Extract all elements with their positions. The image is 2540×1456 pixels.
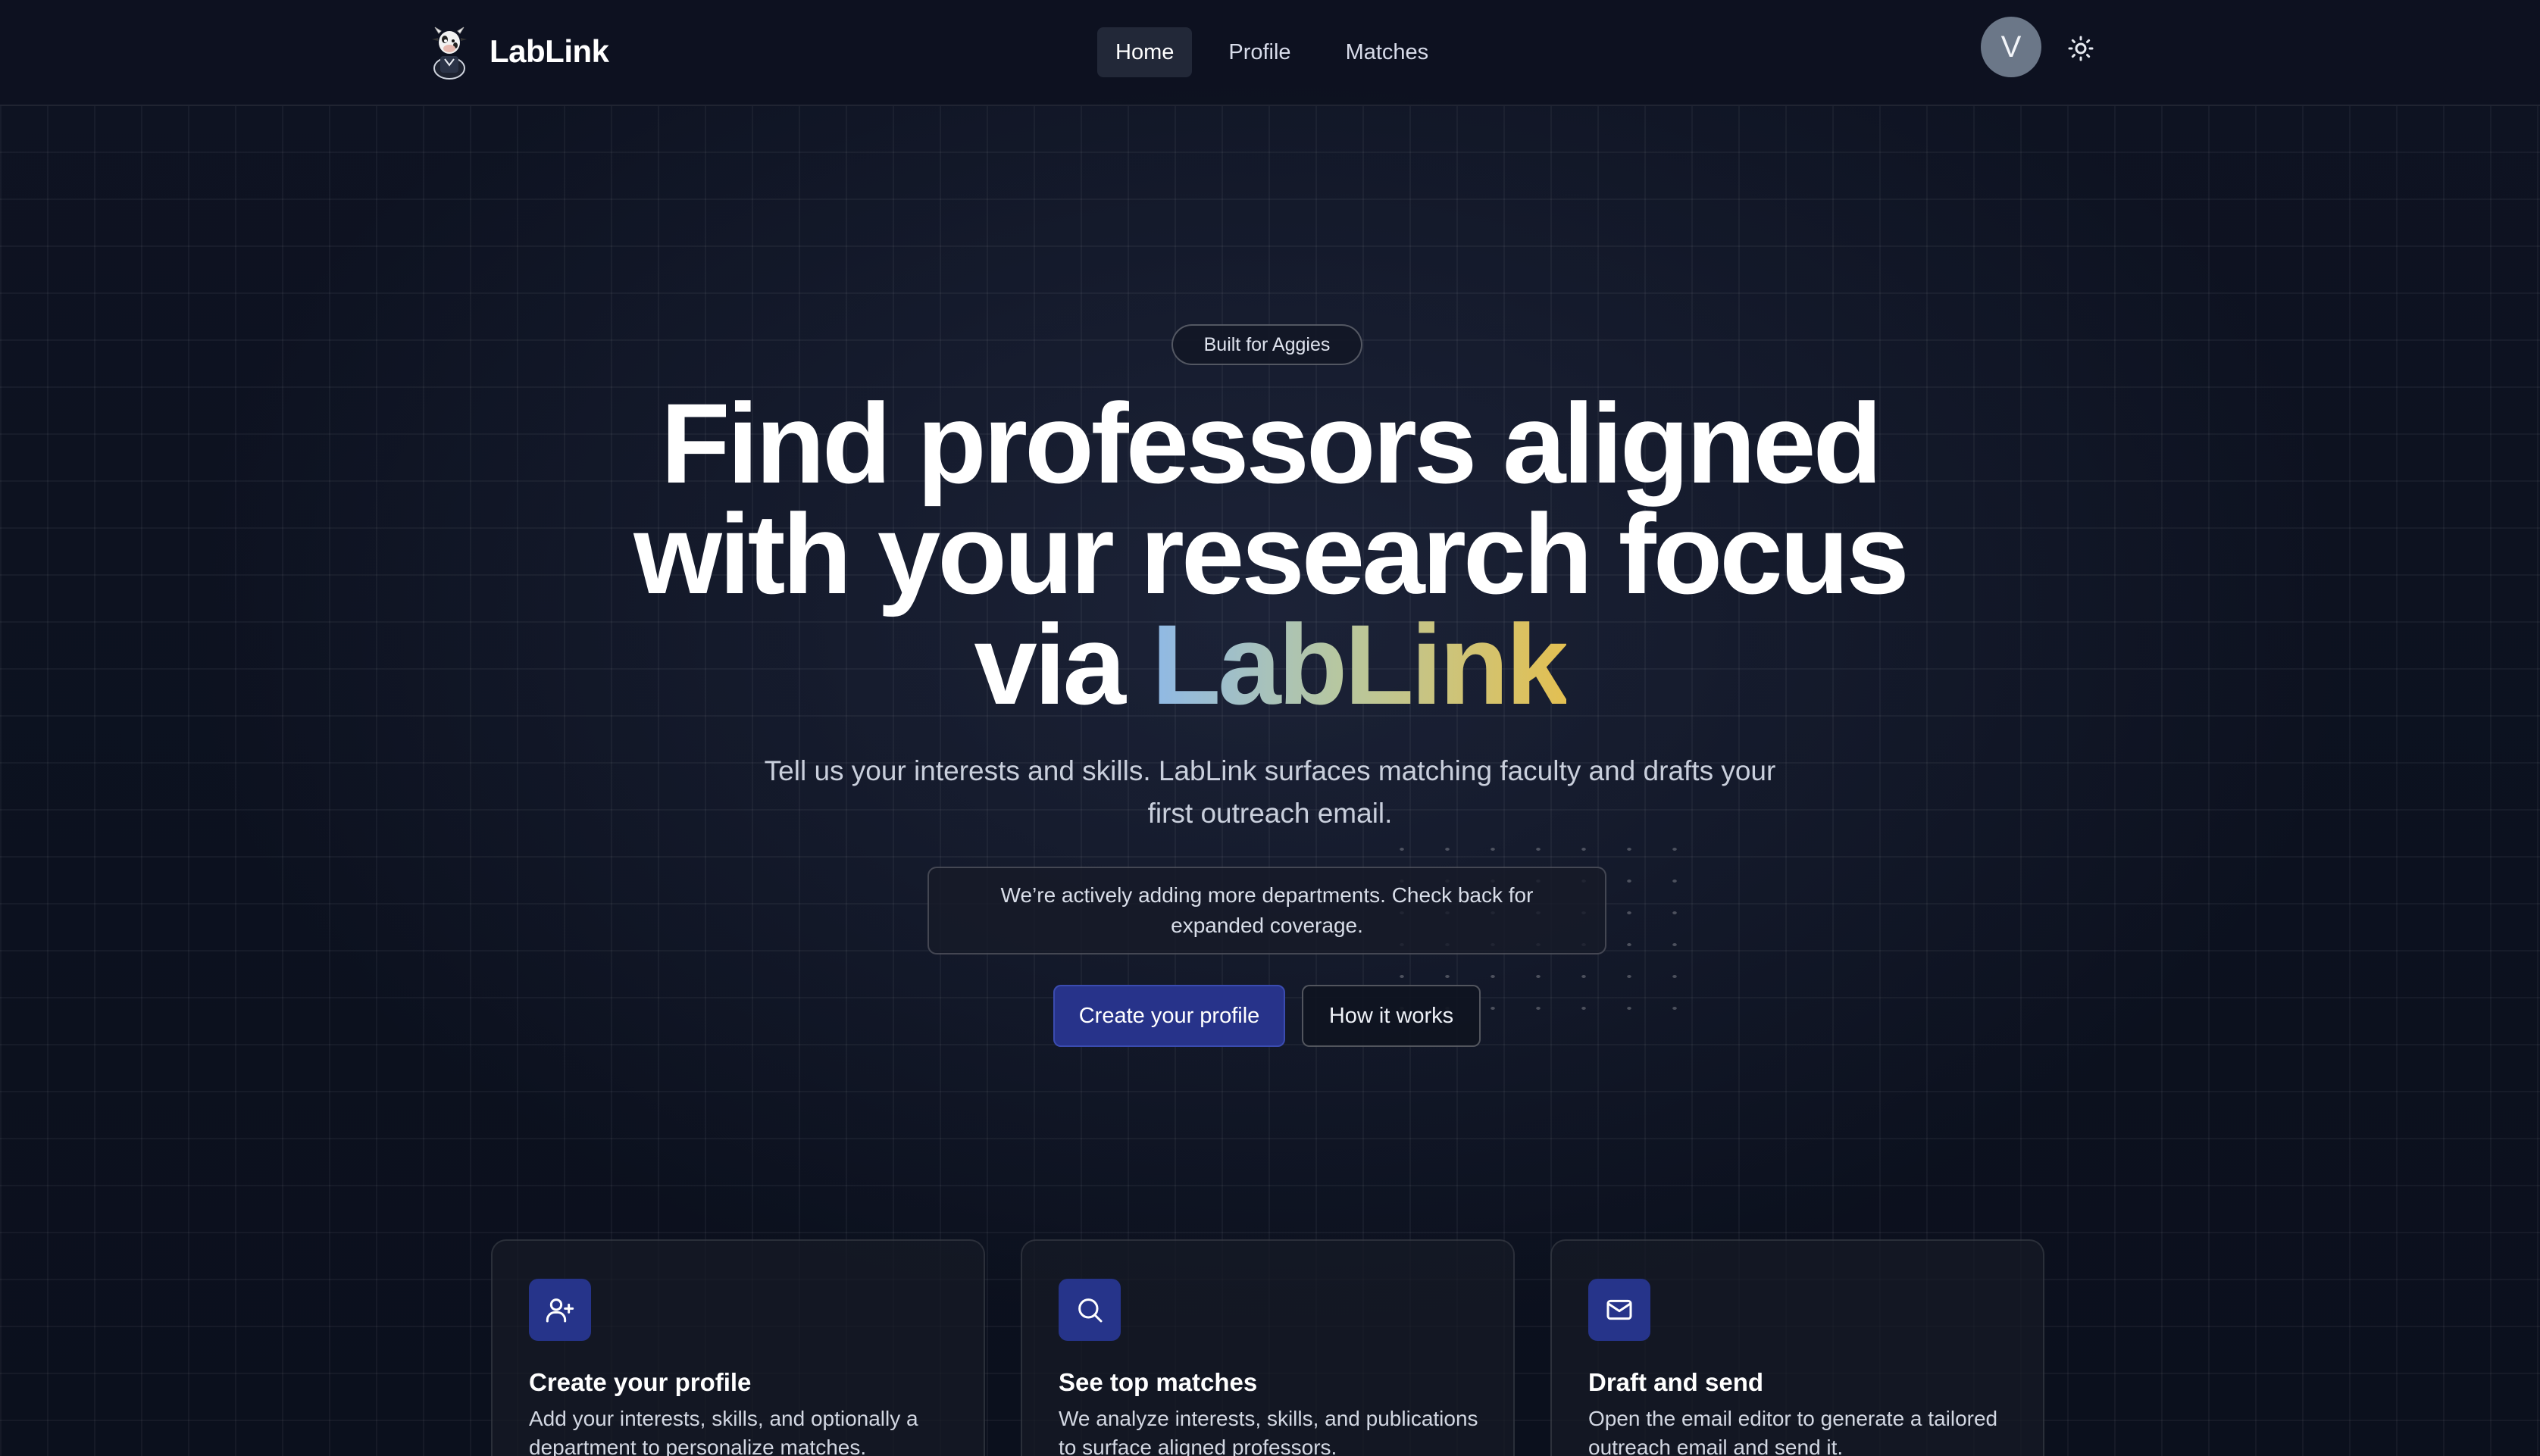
hero-title-prefix: via [974, 601, 1152, 728]
brand-link[interactable]: LabLink [424, 21, 609, 82]
feature-description: Open the email editor to generate a tail… [1588, 1407, 1998, 1456]
feature-card-create-profile: Create your profile Add your interests, … [491, 1239, 985, 1456]
nav-matches[interactable]: Matches [1328, 27, 1447, 77]
feature-description: Add your interests, skills, and optional… [529, 1407, 918, 1456]
hero-subtitle: Tell us your interests and skills. LabLi… [764, 755, 1776, 829]
how-it-works-button[interactable]: How it works [1302, 985, 1481, 1047]
main-nav: Home Profile Matches [1097, 27, 1447, 77]
feature-card-top-matches: See top matches We analyze interests, sk… [1021, 1239, 1515, 1456]
search-icon [1059, 1279, 1121, 1341]
hero-title: Find professors aligned with your resear… [512, 386, 2028, 721]
user-plus-icon [529, 1279, 591, 1341]
top-navbar: LabLink Home Profile Matches V [0, 0, 2540, 106]
hero-title-line-2: with your research focus [633, 490, 1910, 617]
feature-description: We analyze interests, skills, and public… [1059, 1407, 1478, 1456]
built-for-aggies-badge: Built for Aggies [1171, 324, 1362, 365]
feature-title: Create your profile [529, 1368, 752, 1396]
app-root: LabLink Home Profile Matches V Built for… [0, 0, 2540, 1456]
cow-mascot-logo-icon [432, 27, 467, 80]
user-avatar[interactable]: V [1981, 17, 2041, 77]
hero-title-line-1: Find professors aligned [660, 380, 1882, 507]
feature-card-draft-send: Draft and send Open the email editor to … [1550, 1239, 2044, 1456]
hero-title-highlight: LabLink [1151, 601, 1569, 728]
brand-name: LabLink [490, 33, 609, 69]
feature-title: Draft and send [1588, 1368, 1764, 1396]
create-profile-button[interactable]: Create your profile [1053, 985, 1285, 1047]
mail-icon [1588, 1279, 1650, 1341]
sun-icon[interactable] [2067, 35, 2094, 62]
nav-home[interactable]: Home [1097, 27, 1193, 77]
coverage-notice: We’re actively adding more departments. … [927, 867, 1606, 955]
feature-title: See top matches [1059, 1368, 1258, 1396]
nav-profile[interactable]: Profile [1210, 27, 1309, 77]
